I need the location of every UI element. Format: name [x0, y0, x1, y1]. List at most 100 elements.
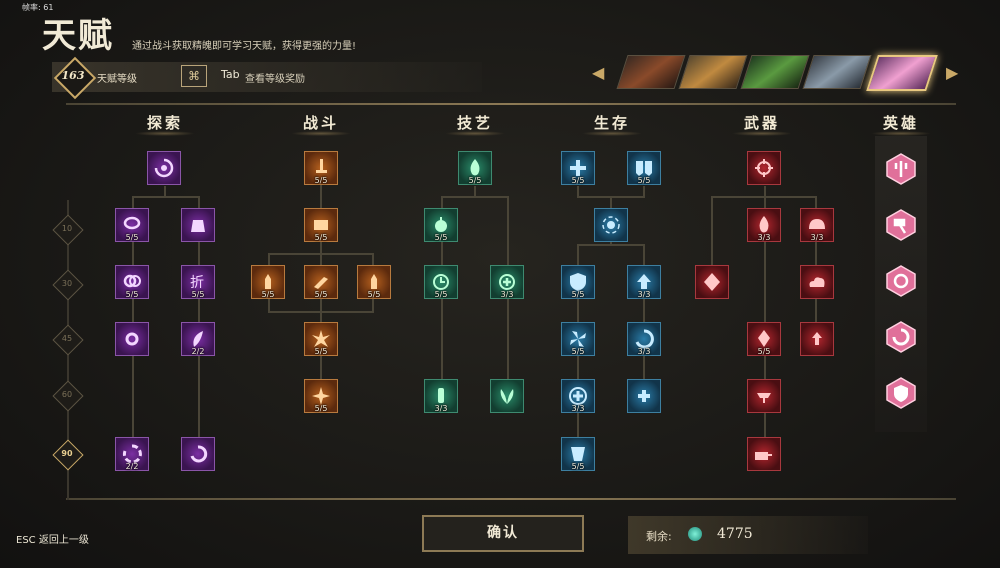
- talent-survival-shield[interactable]: 5/5: [561, 265, 595, 299]
- back-hint[interactable]: ESC 返回上一级: [16, 531, 89, 546]
- talent-craft-clock[interactable]: 5/5: [424, 265, 458, 299]
- talent-explore-bag[interactable]: [181, 208, 215, 242]
- tab-key-hint: Tab: [221, 68, 240, 81]
- talent-craft-heal[interactable]: 3/3: [490, 265, 524, 299]
- hero-portrait-4[interactable]: [802, 55, 872, 89]
- talent-hero-hammer[interactable]: [885, 209, 917, 241]
- talent-weapon-crosshair[interactable]: [747, 151, 781, 185]
- talent-count: 3/3: [810, 233, 824, 242]
- talent-weapon-helmet[interactable]: 3/3: [800, 208, 834, 242]
- talent-count: 5/5: [261, 290, 275, 299]
- talent-explore-feather[interactable]: 2/2: [181, 322, 215, 356]
- talent-count: 5/5: [468, 176, 482, 185]
- talent-craft-flame[interactable]: 5/5: [458, 151, 492, 185]
- level-gate-label: 90: [61, 449, 73, 458]
- talent-weapon-up-shield[interactable]: [800, 322, 834, 356]
- tree-connector: [711, 196, 713, 276]
- category-combat: 战斗: [281, 112, 361, 136]
- level-gate-label: 30: [61, 279, 73, 288]
- talent-count: 3/3: [500, 290, 514, 299]
- talent-survival-cup[interactable]: 5/5: [561, 437, 595, 471]
- talent-combat-bullet-right[interactable]: 5/5: [357, 265, 391, 299]
- talent-count: 3/3: [434, 404, 448, 413]
- category-craft: 技艺: [435, 112, 515, 136]
- talent-count: 2/2: [191, 347, 205, 356]
- talent-level-value: 163: [61, 69, 85, 82]
- talent-explore-root[interactable]: [147, 151, 181, 185]
- talent-explore-discount[interactable]: 折 5/5: [181, 265, 215, 299]
- hero-prev-arrow-icon[interactable]: ◀: [592, 63, 604, 82]
- talent-weapon-crystal[interactable]: 5/5: [747, 322, 781, 356]
- talent-count: 5/5: [367, 290, 381, 299]
- talent-level-label: 天赋等级: [97, 74, 137, 85]
- level-gate-label: 60: [61, 390, 73, 399]
- talent-hero-spiral[interactable]: [885, 321, 917, 353]
- talent-weapon-flame[interactable]: 3/3: [747, 208, 781, 242]
- talent-explore-ring[interactable]: [115, 322, 149, 356]
- talent-count: 5/5: [571, 462, 585, 471]
- talent-weapon-anvil[interactable]: [747, 379, 781, 413]
- talent-weapon-gem[interactable]: [695, 265, 729, 299]
- confirm-button[interactable]: 确认: [422, 515, 584, 552]
- talent-count: 5/5: [434, 233, 448, 242]
- remaining-value: 4775: [717, 526, 753, 542]
- hero-portrait-1[interactable]: [616, 55, 686, 89]
- talent-combat-chest[interactable]: 5/5: [304, 208, 338, 242]
- talent-survival-heal-ring[interactable]: 3/3: [561, 379, 595, 413]
- tree-connector: [268, 253, 374, 255]
- talent-combat-ammo[interactable]: 5/5: [304, 265, 338, 299]
- talent-survival-arrow-up[interactable]: 3/3: [627, 265, 661, 299]
- talent-craft-vial[interactable]: 3/3: [424, 379, 458, 413]
- hero-portrait-3[interactable]: [740, 55, 810, 89]
- talent-combat-sword[interactable]: 5/5: [304, 151, 338, 185]
- talent-count: 5/5: [125, 233, 139, 242]
- remaining-label: 剩余:: [646, 530, 672, 543]
- talent-count: 5/5: [314, 233, 328, 242]
- talent-count: 5/5: [571, 347, 585, 356]
- talent-weapon-cloud[interactable]: [800, 265, 834, 299]
- talent-survival-plus[interactable]: 5/5: [561, 151, 595, 185]
- talent-survival-orbit[interactable]: [594, 208, 628, 242]
- level-gate-label: 45: [61, 334, 73, 343]
- talent-count: 5/5: [434, 290, 448, 299]
- talent-hero-trident[interactable]: [885, 153, 917, 185]
- talent-craft-bomb[interactable]: 5/5: [424, 208, 458, 242]
- hero-next-arrow-icon[interactable]: ▶: [946, 63, 958, 82]
- talent-weapon-forge[interactable]: [747, 437, 781, 471]
- talent-count: 5/5: [757, 347, 771, 356]
- talent-hero-shield[interactable]: [885, 377, 917, 409]
- talent-survival-shield-pair[interactable]: 5/5: [627, 151, 661, 185]
- divider-bottom: [66, 498, 956, 500]
- talent-count: 5/5: [125, 290, 139, 299]
- divider-top: [66, 103, 956, 105]
- talent-craft-leaves[interactable]: [490, 379, 524, 413]
- tree-connector: [132, 196, 200, 198]
- talent-combat-star[interactable]: 5/5: [304, 379, 338, 413]
- talent-explore-spiral[interactable]: [181, 437, 215, 471]
- talent-count: 5/5: [314, 404, 328, 413]
- talent-explore-coins[interactable]: 5/5: [115, 265, 149, 299]
- reward-chest-icon[interactable]: ⌘: [181, 65, 207, 87]
- spirit-gem-icon: [688, 527, 702, 541]
- talent-combat-burst[interactable]: 5/5: [304, 322, 338, 356]
- talent-explore-cycle[interactable]: 2/2: [115, 437, 149, 471]
- talent-survival-recycle[interactable]: 3/3: [627, 322, 661, 356]
- hero-selector: [616, 55, 938, 91]
- talent-explore-coin[interactable]: 5/5: [115, 208, 149, 242]
- view-level-rewards-label[interactable]: 查看等级奖励: [245, 70, 305, 85]
- page-title: 天赋: [42, 16, 114, 56]
- talent-count: 3/3: [571, 404, 585, 413]
- talent-count: 5/5: [191, 290, 205, 299]
- talent-count: 5/5: [637, 176, 651, 185]
- talent-combat-bullet-left[interactable]: 5/5: [251, 265, 285, 299]
- talent-count: 3/3: [637, 290, 651, 299]
- svg-text:折: 折: [190, 275, 204, 291]
- tree-connector: [268, 311, 374, 313]
- hero-portrait-2[interactable]: [678, 55, 748, 89]
- tree-connector: [577, 244, 645, 246]
- talent-survival-fan[interactable]: 5/5: [561, 322, 595, 356]
- talent-hero-orb[interactable]: [885, 265, 917, 297]
- hero-portrait-5-selected[interactable]: [866, 55, 938, 91]
- category-survival: 生存: [572, 112, 652, 136]
- talent-survival-medkit[interactable]: [627, 379, 661, 413]
